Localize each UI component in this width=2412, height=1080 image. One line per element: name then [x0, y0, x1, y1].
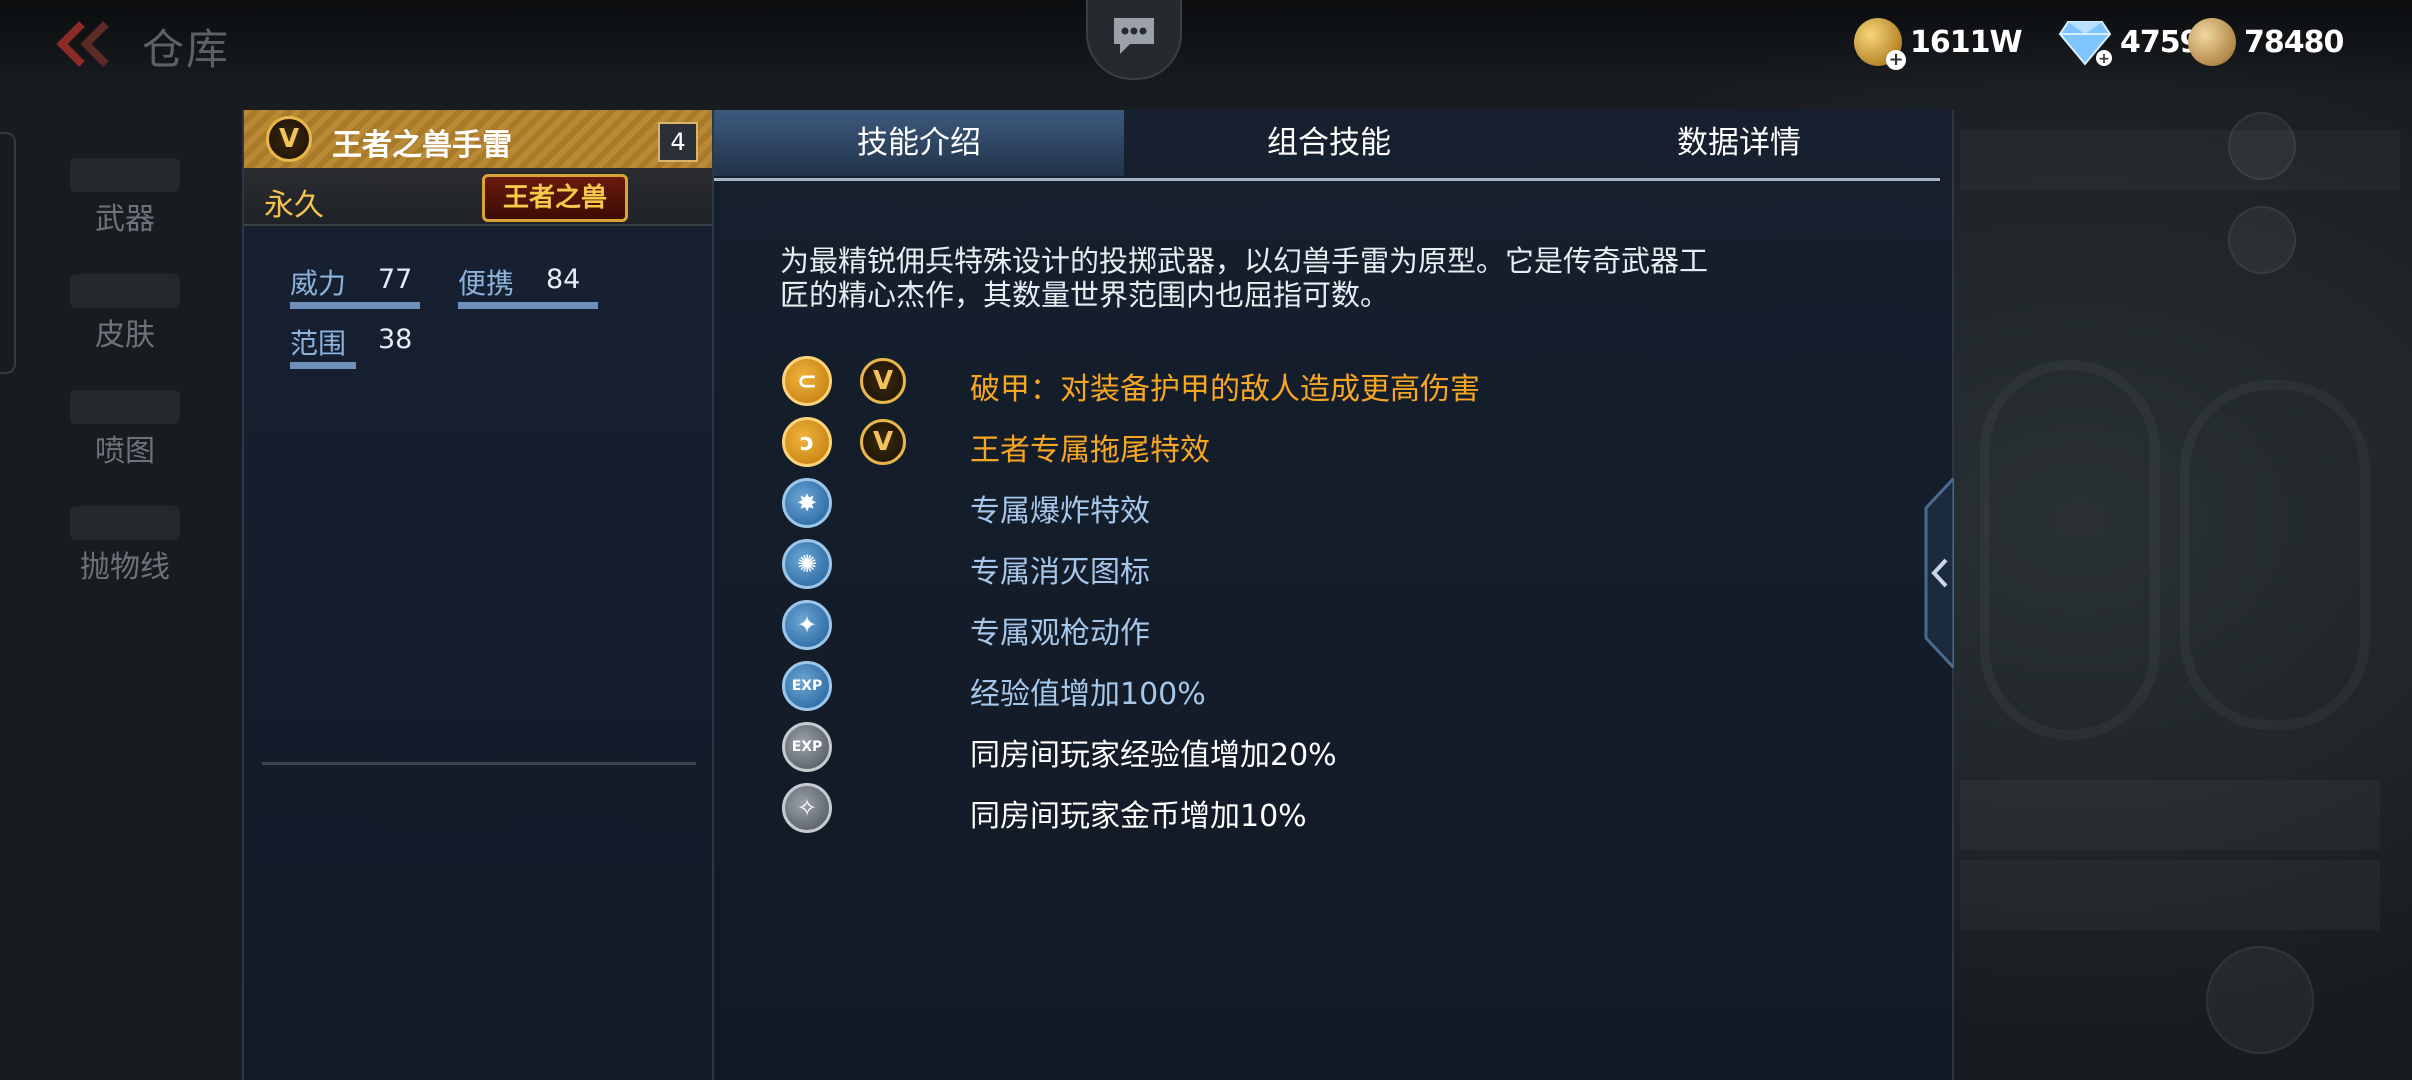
room-exp-boost-icon: EXP: [782, 722, 832, 772]
tab-bar: 技能介绍 组合技能 数据详情: [714, 110, 1940, 181]
top-bar: 仓库 + 1611W + 4759 78480: [0, 0, 2412, 88]
sidebar-item-label: 皮肤: [95, 318, 155, 353]
feature-row: ⊂ V 破甲：对装备护甲的敌人造成更高伤害: [782, 354, 1882, 410]
chevron-left-icon: [1924, 474, 1956, 672]
chat-button[interactable]: [1086, 0, 1182, 80]
feature-text: 王者专属拖尾特效: [970, 433, 1210, 468]
hide-ui-icon[interactable]: [2206, 946, 2314, 1054]
stat-bar: [290, 362, 356, 369]
item-subheader: 永久 王者之兽: [244, 168, 714, 226]
item-description: 为最精锐佣兵特殊设计的投掷武器，以幻兽手雷为原型。它是传奇武器工 匠的精心杰作，…: [780, 244, 1880, 312]
item-name: 王者之兽手雷: [332, 128, 512, 163]
feature-row: EXP 同房间玩家经验值增加20%: [782, 720, 1882, 776]
honor-currency[interactable]: 78480: [2188, 14, 2344, 70]
feature-row: ✺ 专属消灭图标: [782, 537, 1882, 593]
tab-skill-intro[interactable]: 技能介绍: [714, 110, 1124, 176]
back-button[interactable]: [52, 18, 118, 70]
stat-name: 威力: [290, 267, 347, 300]
sidebar-item-label: 喷图: [95, 434, 155, 469]
explosion-effect-icon: ✸: [782, 478, 832, 528]
feature-text: 专属观枪动作: [970, 616, 1150, 651]
diamond-currency[interactable]: + 4759: [2058, 14, 2200, 70]
description-line: 为最精锐佣兵特殊设计的投掷武器，以幻兽手雷为原型。它是传奇武器工: [780, 244, 1709, 278]
item-count-badge: 4: [658, 122, 698, 162]
stat-value: 84: [546, 264, 581, 295]
spray-icon: [70, 390, 180, 424]
feature-text: 专属爆炸特效: [970, 494, 1150, 529]
feature-text: 经验值增加100%: [970, 677, 1206, 712]
feature-text: 破甲：对装备护甲的敌人造成更高伤害: [970, 372, 1480, 407]
sidebar-item-skins[interactable]: 皮肤: [20, 252, 230, 362]
category-sidebar: 武器 皮肤 喷图 抛物线: [0, 110, 244, 610]
sidebar-item-label: 武器: [95, 202, 155, 237]
honor-coin-icon: [2188, 18, 2236, 66]
feature-text: 同房间玩家经验值增加20%: [970, 738, 1337, 773]
stat-range: 范围 38: [290, 322, 412, 369]
svg-text:+: +: [2098, 51, 2110, 66]
stat-power: 威力 77: [290, 262, 420, 309]
trajectory-icon: [70, 506, 180, 540]
feature-row: ✸ 专属爆炸特效: [782, 476, 1882, 532]
gamepad-icon[interactable]: [2228, 112, 2296, 180]
detail-panel: 技能介绍 组合技能 数据详情 为最精锐佣兵特殊设计的投掷武器，以幻兽手雷为原型。…: [712, 110, 1954, 1080]
chat-bubble-icon: [1114, 18, 1154, 54]
gold-currency[interactable]: + 1611W: [1854, 14, 2023, 70]
feature-row: ✧ 同房间玩家金币增加10%: [782, 781, 1882, 837]
stat-value: 38: [378, 324, 413, 355]
item-panel: V 王者之兽手雷 4 永久 王者之兽 威力 77 便携 84 范围 38: [242, 110, 714, 1080]
stat-bar: [458, 302, 598, 309]
tab-combo-skills[interactable]: 组合技能: [1124, 110, 1534, 176]
feature-row: EXP 经验值增加100%: [782, 659, 1882, 715]
sidebar-item-label: 抛物线: [80, 550, 170, 585]
feature-row: ✦ 专属观枪动作: [782, 598, 1882, 654]
inspect-action-icon: ✦: [782, 600, 832, 650]
stat-bar: [290, 302, 420, 309]
gold-amount: 1611W: [1910, 24, 2023, 60]
collapse-panel-button[interactable]: [1918, 474, 1956, 672]
first-person-view-icon[interactable]: [2228, 206, 2296, 274]
rifle-skin-icon: [70, 274, 180, 308]
v-rank-icon: V: [266, 116, 312, 162]
feature-row: ↄ V 王者专属拖尾特效: [782, 415, 1882, 471]
v-rank-icon: V: [860, 358, 906, 404]
exp-boost-icon: EXP: [782, 661, 832, 711]
feature-text: 同房间玩家金币增加10%: [970, 799, 1307, 834]
tab-data-details[interactable]: 数据详情: [1534, 110, 1944, 176]
sidebar-item-weapons[interactable]: 武器: [20, 136, 230, 246]
description-line: 匠的精心杰作，其数量世界范围内也屈指可数。: [780, 278, 1390, 312]
sidebar-item-sprays[interactable]: 喷图: [20, 368, 230, 478]
rifle-icon: [70, 158, 180, 192]
item-header: V 王者之兽手雷 4: [244, 110, 714, 168]
divider: [262, 762, 696, 765]
back-arrow-icon: [56, 21, 109, 67]
series-badge: 王者之兽: [482, 174, 628, 222]
v-rank-icon: V: [860, 419, 906, 465]
armor-break-icon: ⊂: [782, 356, 832, 406]
kill-icon-icon: ✺: [782, 539, 832, 589]
diamond-icon: +: [2058, 21, 2112, 66]
page-title: 仓库: [142, 25, 231, 74]
stat-name: 范围: [290, 327, 347, 360]
feature-text: 专属消灭图标: [970, 555, 1150, 590]
stat-portability: 便携 84: [458, 262, 598, 309]
item-duration: 永久: [264, 188, 324, 223]
stat-value: 77: [378, 264, 413, 295]
honor-amount: 78480: [2244, 24, 2344, 60]
gold-coin-icon: +: [1854, 18, 1906, 70]
trail-effect-icon: ↄ: [782, 417, 832, 467]
stat-name: 便携: [458, 267, 515, 300]
room-gold-boost-icon: ✧: [782, 783, 832, 833]
sidebar-item-trajectory[interactable]: 抛物线: [20, 484, 230, 594]
